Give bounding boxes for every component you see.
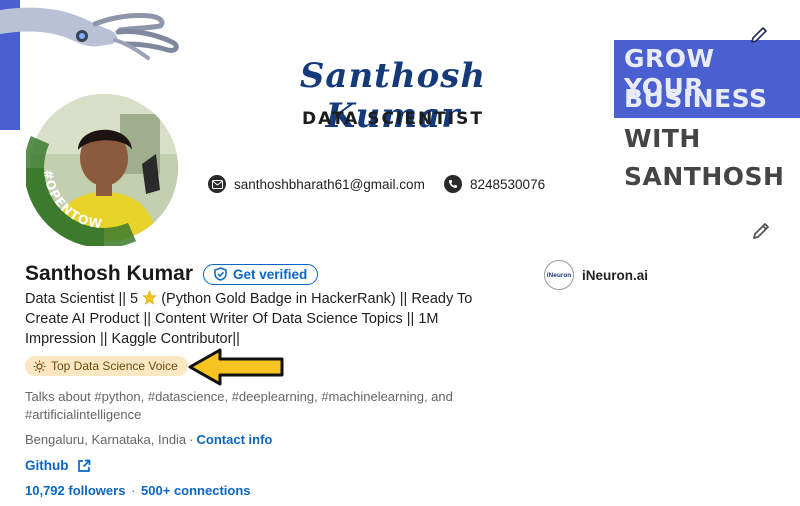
edit-profile-button[interactable]	[746, 216, 776, 246]
top-voice-badge[interactable]: Top Data Science Voice	[25, 356, 188, 376]
promo-line-3: WITH	[624, 124, 701, 153]
pencil-icon	[751, 27, 767, 43]
network-stats: 10,792 followers · 500+ connections	[25, 483, 251, 498]
top-voice-label: Top Data Science Voice	[51, 359, 178, 373]
profile-name: Santhosh Kumar	[25, 262, 194, 285]
avatar[interactable]	[30, 94, 178, 242]
email-text: santhoshbharath61@gmail.com	[234, 176, 425, 192]
external-link-icon	[77, 459, 90, 472]
profile-headline: Data Scientist || 5 (Python Gold Badge i…	[25, 289, 505, 349]
banner-email: santhoshbharath61@gmail.com	[208, 175, 425, 193]
shield-check-icon	[214, 267, 227, 281]
arrow-icon	[188, 348, 284, 386]
get-verified-label: Get verified	[233, 266, 308, 282]
talks-about: Talks about #python, #datascience, #deep…	[25, 389, 453, 422]
banner-role: DATA SCIENTIST	[302, 109, 484, 129]
github-link[interactable]: Github	[25, 458, 91, 473]
headline-part-1: Data Scientist || 5	[25, 291, 139, 307]
contact-info-link[interactable]: Contact info	[197, 432, 273, 447]
connections-link[interactable]: 500+ connections	[141, 483, 250, 498]
edit-icon	[753, 223, 769, 239]
email-icon	[208, 175, 226, 193]
promo-line-2: BUSINESS	[624, 84, 768, 113]
profile-card: Santhosh Kumar DATA SCIENTIST santhoshbh…	[0, 0, 800, 506]
company-logo: iNeuron	[544, 260, 574, 290]
followers-link[interactable]: 10,792 followers	[25, 483, 125, 498]
lightbulb-icon	[33, 360, 46, 372]
robot-hand-icon	[0, 7, 179, 60]
location-text: Bengaluru, Karnataka, India	[25, 432, 187, 447]
star-icon	[142, 290, 157, 305]
phone-text: 8248530076	[470, 176, 546, 192]
phone-icon	[444, 175, 462, 193]
avatar-frame[interactable]	[26, 90, 182, 246]
github-label: Github	[25, 458, 69, 473]
banner-phone: 8248530076	[444, 175, 545, 193]
location-row: Bengaluru, Karnataka, India · Contact info	[25, 432, 273, 447]
current-company[interactable]: iNeuron iNeuron.ai	[544, 260, 648, 290]
company-name: iNeuron.ai	[582, 267, 649, 283]
get-verified-button[interactable]: Get verified	[203, 263, 319, 285]
promo-line-4: SANTHOSH	[624, 162, 785, 191]
name-row: Santhosh Kumar Get verified	[25, 262, 319, 286]
